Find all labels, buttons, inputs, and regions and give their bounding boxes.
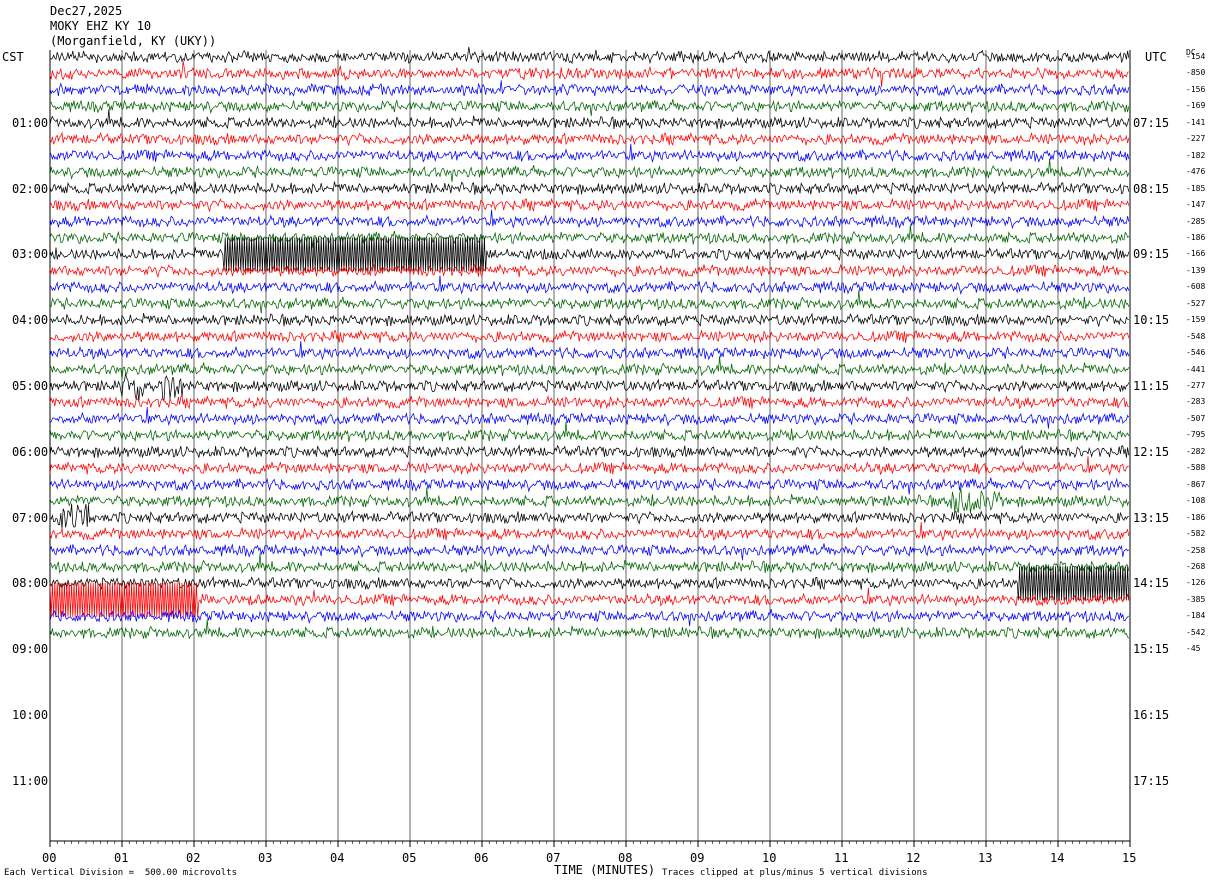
seismic-trace <box>49 421 1130 443</box>
seismic-trace <box>49 237 1130 272</box>
seismic-trace <box>49 180 1130 196</box>
seismic-trace <box>49 143 1130 163</box>
seismic-trace <box>49 209 1130 230</box>
seismic-trace <box>49 609 1130 627</box>
seismic-trace <box>49 329 1130 344</box>
seismic-trace <box>49 487 1130 514</box>
seismic-trace <box>49 566 1130 601</box>
scale-note: Each Vertical Division = 500.00 microvol… <box>4 868 237 878</box>
seismic-trace <box>49 224 1130 248</box>
seismic-trace <box>49 80 1130 98</box>
seismic-trace <box>49 456 1129 476</box>
seismic-trace <box>49 275 1130 296</box>
seismic-trace <box>49 356 1130 380</box>
seismic-trace <box>49 444 1130 459</box>
x-axis-title: TIME (MINUTES) <box>554 863 656 877</box>
seismic-trace <box>49 522 1130 542</box>
seismogram-plot <box>49 46 1131 847</box>
clip-note: Traces clipped at plus/minus 5 vertical … <box>662 868 928 878</box>
seismic-trace <box>49 290 1130 314</box>
seismic-trace <box>49 543 1130 561</box>
seismic-trace <box>49 406 1130 429</box>
seismic-trace <box>49 312 1129 328</box>
seismic-trace <box>49 158 1130 182</box>
seismic-trace <box>49 131 1130 147</box>
seismic-trace <box>49 46 1130 65</box>
seismic-trace <box>49 263 1129 278</box>
seismic-trace <box>49 109 1130 130</box>
seismic-trace <box>49 395 1130 410</box>
seismic-trace <box>49 341 1130 361</box>
seismic-trace <box>49 553 1130 575</box>
seismic-trace <box>49 373 1130 402</box>
seismic-trace <box>49 477 1130 495</box>
seismic-trace <box>49 619 1130 640</box>
seismic-trace <box>49 99 1130 117</box>
seismic-trace <box>49 197 1130 213</box>
seismic-trace <box>49 61 1129 88</box>
